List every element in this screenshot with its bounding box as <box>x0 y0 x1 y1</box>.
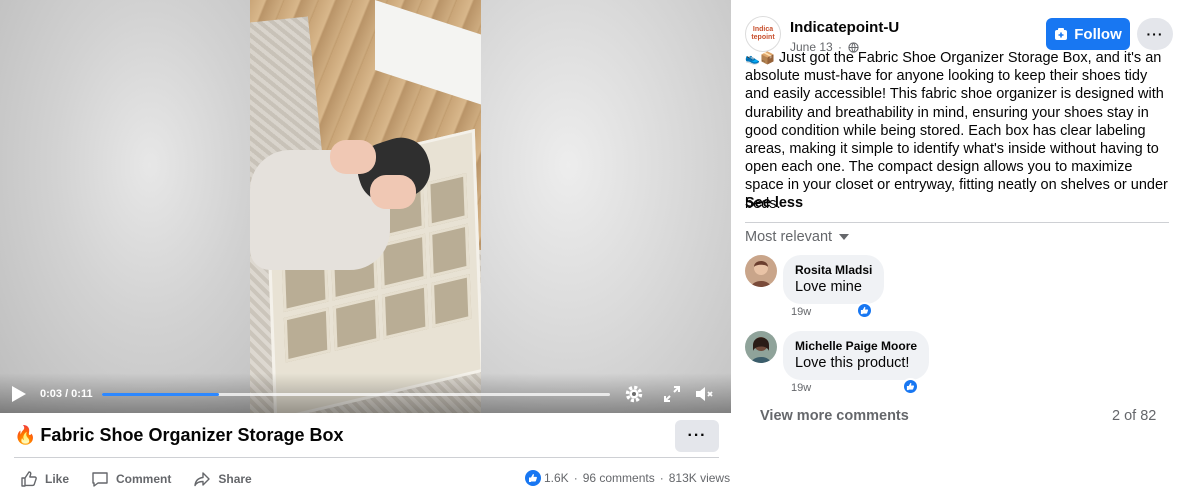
video-blur-background-right <box>481 0 731 413</box>
page-more-options-button[interactable]: ··· <box>1137 18 1173 50</box>
post-stats: 1.6K · 96 comments · 813K views <box>525 470 730 486</box>
comment-sort-dropdown[interactable]: Most relevant <box>745 229 850 245</box>
thumbs-up-icon <box>21 471 37 487</box>
share-label: Share <box>218 472 252 486</box>
post-more-options-button[interactable]: ··· <box>675 420 719 452</box>
comment-text: Love mine <box>795 279 862 295</box>
comment-text: Love this product! <box>795 355 910 371</box>
comment-like-reaction-icon <box>902 378 919 395</box>
box-cell <box>429 223 470 278</box>
comment-item: Rosita Mladsi Love mine 19w <box>745 255 1165 325</box>
mute-speaker-icon[interactable] <box>694 384 714 404</box>
comment-like-reaction-icon <box>856 302 873 319</box>
box-cell <box>427 173 468 227</box>
post-actions: Like Comment Share <box>20 467 274 491</box>
video-player[interactable]: 0:03 / 0:11 <box>0 0 731 413</box>
hand <box>330 140 376 174</box>
caption-text: Just got the Fabric Shoe Organizer Stora… <box>745 50 1168 212</box>
comment-button[interactable]: Comment <box>91 470 171 488</box>
comment-time[interactable]: 19w <box>791 382 811 394</box>
fullscreen-icon[interactable] <box>662 384 682 404</box>
view-more-comments-link[interactable]: View more comments <box>760 408 909 424</box>
comment-label: Comment <box>116 472 172 486</box>
comment-time[interactable]: 19w <box>791 306 811 318</box>
play-icon[interactable] <box>12 386 26 402</box>
like-label: Like <box>45 472 70 486</box>
stats-separator: · <box>573 471 578 485</box>
comment-author[interactable]: Rosita Mladsi <box>795 262 872 278</box>
caret-down-icon <box>839 234 850 240</box>
see-less-link[interactable]: See less <box>745 195 803 211</box>
post-caption: 👟📦 Just got the Fabric Shoe Organizer St… <box>745 49 1175 213</box>
commenter-avatar[interactable] <box>745 255 777 287</box>
video-time: 0:03 / 0:11 <box>40 388 93 400</box>
comment-sort-label: Most relevant <box>745 229 833 245</box>
comment-bubble: Rosita Mladsi Love mine <box>783 255 885 304</box>
post-title: 🔥 Fabric Shoe Organizer Storage Box <box>14 425 344 446</box>
comment-item: Michelle Paige Moore Love this product! … <box>745 331 1165 401</box>
box-cell <box>332 295 380 352</box>
reaction-count[interactable]: 1.6K <box>544 471 569 485</box>
comment-author[interactable]: Michelle Paige Moore <box>795 338 917 354</box>
video-progress-fill <box>102 393 219 396</box>
comment-count[interactable]: 96 comments <box>583 471 655 485</box>
follow-label: Follow <box>1074 25 1122 43</box>
like-button[interactable]: Like <box>20 470 69 488</box>
page-avatar-logo-text: Indica tepoint <box>751 26 775 41</box>
divider <box>14 457 719 458</box>
video-blur-background-left <box>0 0 250 413</box>
box-cell <box>430 273 472 328</box>
box-cell <box>381 284 429 340</box>
post-title-text: Fabric Shoe Organizer Storage Box <box>40 425 344 445</box>
fire-emoji: 🔥 <box>14 425 37 445</box>
stats-separator: · <box>659 471 664 485</box>
post-title-row: 🔥 Fabric Shoe Organizer Storage Box ··· <box>14 420 731 452</box>
divider <box>745 222 1169 223</box>
view-count: 813K views <box>668 471 731 485</box>
hand <box>370 175 416 209</box>
commenter-avatar[interactable] <box>745 331 777 363</box>
comment-bubble-icon <box>92 472 108 487</box>
follow-button[interactable]: Follow <box>1046 18 1130 50</box>
page-avatar[interactable]: Indica tepoint <box>745 16 781 52</box>
follow-page-icon <box>1055 28 1068 40</box>
share-button[interactable]: Share <box>193 470 252 488</box>
settings-gear-icon[interactable] <box>624 384 644 404</box>
caption-emoji: 👟📦 <box>745 51 775 65</box>
share-arrow-icon <box>194 472 211 487</box>
video-progress-bar[interactable] <box>102 393 610 396</box>
like-reaction-icon <box>525 470 541 486</box>
box-cell <box>283 307 331 363</box>
comment-page-count: 2 of 82 <box>1112 408 1157 424</box>
comment-bubble: Michelle Paige Moore Love this product! <box>783 331 930 380</box>
video-controls: 0:03 / 0:11 <box>0 373 731 413</box>
page-name[interactable]: Indicatepoint-U <box>790 19 899 36</box>
video-frame <box>250 0 481 413</box>
post-details-panel: Indica tepoint Indicatepoint-U June 13 ·… <box>731 0 1200 497</box>
